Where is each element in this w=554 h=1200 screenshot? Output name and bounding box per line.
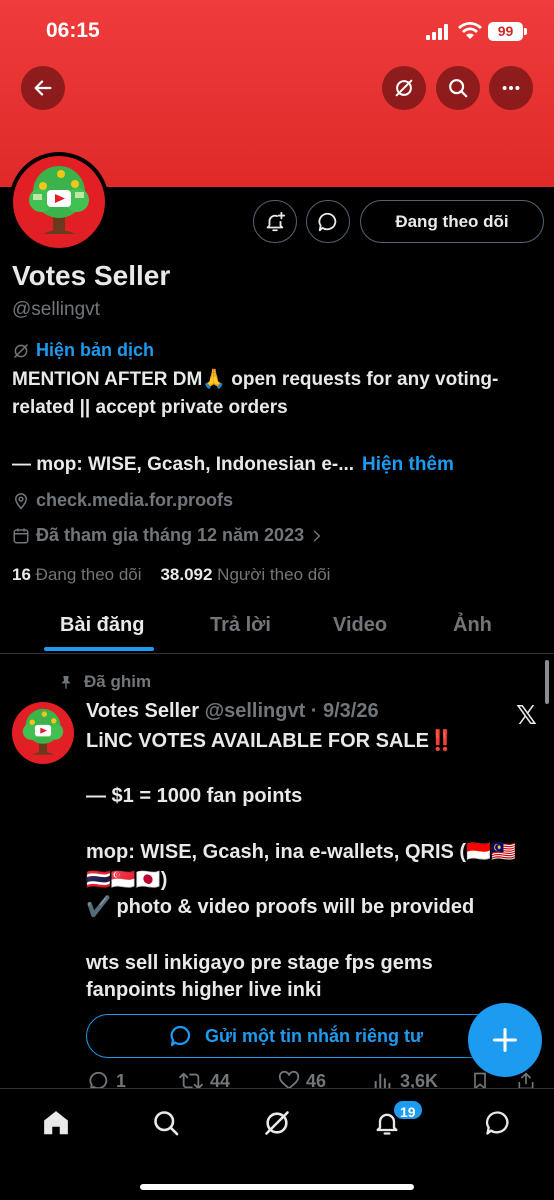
following-label: Đang theo dõi [35, 565, 142, 584]
dm-button-label: Gửi một tin nhắn riêng tư [204, 1025, 424, 1046]
following-button[interactable]: Đang theo dõi [360, 200, 544, 243]
scrollbar[interactable] [545, 660, 549, 704]
following-link[interactable]: 16 Đang theo dõi [12, 565, 142, 584]
translate-slash-icon [14, 343, 28, 358]
home-indicator[interactable] [140, 1184, 414, 1190]
tweet-handle-date[interactable]: @sellingvt · 9/3/26 [205, 700, 379, 722]
home-icon [44, 1111, 68, 1135]
tab-posts[interactable]: Bài đăng [60, 614, 144, 637]
chat-bubble-icon [485, 1111, 509, 1135]
show-more-link[interactable]: Hiện thêm [362, 454, 454, 475]
location-pin-icon [14, 492, 28, 510]
battery-icon: 99 [488, 22, 527, 41]
chat-bubble-icon [170, 1025, 191, 1047]
x-logo-icon: 𝕏 [516, 700, 537, 730]
show-translation-link[interactable]: Hiện bản dịch [12, 340, 154, 361]
search-icon [449, 79, 468, 98]
tab-videos[interactable]: Video [333, 614, 387, 637]
calendar-icon [13, 528, 29, 543]
nav-home[interactable] [36, 1103, 76, 1143]
profile-bio: MENTION AFTER DM🙏 open requests for any … [12, 369, 499, 418]
wifi-icon [458, 22, 482, 39]
plus-icon [492, 1027, 518, 1053]
compose-button[interactable] [468, 1003, 542, 1077]
tab-photos[interactable]: Ảnh [453, 614, 492, 637]
message-button[interactable] [306, 200, 350, 243]
tweet-author-name[interactable]: Votes Seller [86, 700, 199, 722]
chat-bubble-icon [318, 212, 337, 231]
status-bar: 06:15 99 [0, 0, 554, 62]
profile-location: check.media.for.proofs [12, 490, 233, 511]
profile-handle: @sellingvt [12, 299, 100, 320]
follow-stats: 16 Đang theo dõi 38.092 Người theo dõi [12, 565, 330, 585]
tweet-author-avatar[interactable] [12, 702, 74, 764]
chevron-right-icon [314, 530, 321, 541]
grok-icon [265, 1111, 289, 1135]
tweet-header: Votes Seller @sellingvt · 9/3/26 [86, 700, 379, 723]
profile-joined[interactable]: Đã tham gia tháng 12 năm 2023 [12, 525, 324, 546]
notifications-badge: 19 [392, 1099, 424, 1121]
location-text: check.media.for.proofs [36, 490, 234, 510]
followers-label: Người theo dõi [217, 565, 331, 584]
bell-plus-icon [266, 211, 286, 231]
pinned-label: Đã ghim [84, 672, 152, 691]
pinned-indicator: Đã ghim [58, 672, 151, 692]
translate-slash-icon [395, 79, 413, 97]
following-count: 16 [12, 565, 31, 584]
bio-truncated-text: — mop: WISE, Gcash, Indonesian e-... [12, 454, 355, 475]
status-time: 06:15 [46, 19, 100, 42]
profile-name: Votes Seller [12, 260, 171, 291]
tweet-text: LiNC VOTES AVAILABLE FOR SALE‼️ — $1 = 1… [86, 730, 516, 1002]
money-tree-logo [22, 708, 64, 755]
nav-messages[interactable] [478, 1103, 518, 1143]
notify-button[interactable] [253, 200, 297, 243]
more-horizontal-icon [502, 85, 520, 91]
translate-button[interactable] [382, 66, 426, 110]
followers-count: 38.092 [160, 565, 213, 584]
pin-icon [61, 676, 71, 689]
back-button[interactable] [21, 66, 65, 110]
search-icon [154, 1111, 179, 1136]
profile-avatar[interactable] [9, 152, 109, 252]
profile-bio-continued: — mop: WISE, Gcash, Indonesian e-... Hiện… [12, 454, 454, 476]
active-tab-indicator [44, 647, 154, 651]
money-tree-logo [13, 156, 105, 248]
signal-icon [426, 24, 448, 40]
followers-link[interactable]: 38.092 Người theo dõi [160, 565, 330, 584]
tab-replies[interactable]: Trả lời [210, 614, 271, 637]
send-private-message-button[interactable]: Gửi một tin nhắn riêng tư [86, 1014, 506, 1058]
nav-search[interactable] [146, 1103, 186, 1143]
translate-label: Hiện bản dịch [36, 340, 155, 360]
nav-grok[interactable] [257, 1103, 297, 1143]
joined-text: Đã tham gia tháng 12 năm 2023 [36, 525, 305, 545]
search-button[interactable] [436, 66, 480, 110]
more-button[interactable] [489, 66, 533, 110]
arrow-left-icon [34, 80, 52, 96]
